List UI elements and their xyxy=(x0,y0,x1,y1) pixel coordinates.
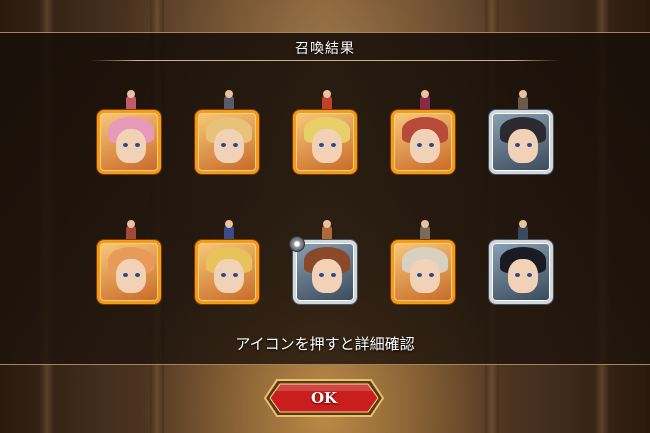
unit-icon-9[interactable] xyxy=(391,218,459,306)
unit-sprite xyxy=(219,88,239,110)
unit-sprite xyxy=(121,218,141,240)
unit-sprite xyxy=(513,88,533,110)
unit-portrait xyxy=(97,110,161,174)
unit-portrait xyxy=(391,110,455,174)
unit-portrait xyxy=(391,240,455,304)
unit-portrait xyxy=(97,240,161,304)
unit-portrait xyxy=(293,110,357,174)
unit-icon-1[interactable] xyxy=(97,88,165,176)
unit-sprite xyxy=(513,218,533,240)
unit-portrait xyxy=(489,110,553,174)
unit-icon-2[interactable] xyxy=(195,88,263,176)
unit-sprite xyxy=(317,218,337,240)
unit-sprite xyxy=(219,218,239,240)
unit-icon-5[interactable] xyxy=(489,88,557,176)
unit-icon-4[interactable] xyxy=(391,88,459,176)
ok-button-label: OK xyxy=(310,389,338,407)
unit-sprite xyxy=(121,88,141,110)
unit-portrait xyxy=(195,240,259,304)
unit-icon-6[interactable] xyxy=(97,218,165,306)
unit-portrait xyxy=(489,240,553,304)
unit-icon-3[interactable] xyxy=(293,88,361,176)
unit-sprite xyxy=(415,88,435,110)
unit-badge-icon xyxy=(289,236,305,252)
unit-icon-10[interactable] xyxy=(489,218,557,306)
unit-icon-8[interactable] xyxy=(289,218,361,306)
ok-button[interactable]: OK xyxy=(263,378,385,418)
hint-text: アイコンを押すと詳細確認 xyxy=(235,335,415,353)
unit-grid xyxy=(0,0,650,433)
unit-icon-7[interactable] xyxy=(195,218,263,306)
unit-sprite xyxy=(415,218,435,240)
unit-sprite xyxy=(317,88,337,110)
unit-portrait xyxy=(195,110,259,174)
